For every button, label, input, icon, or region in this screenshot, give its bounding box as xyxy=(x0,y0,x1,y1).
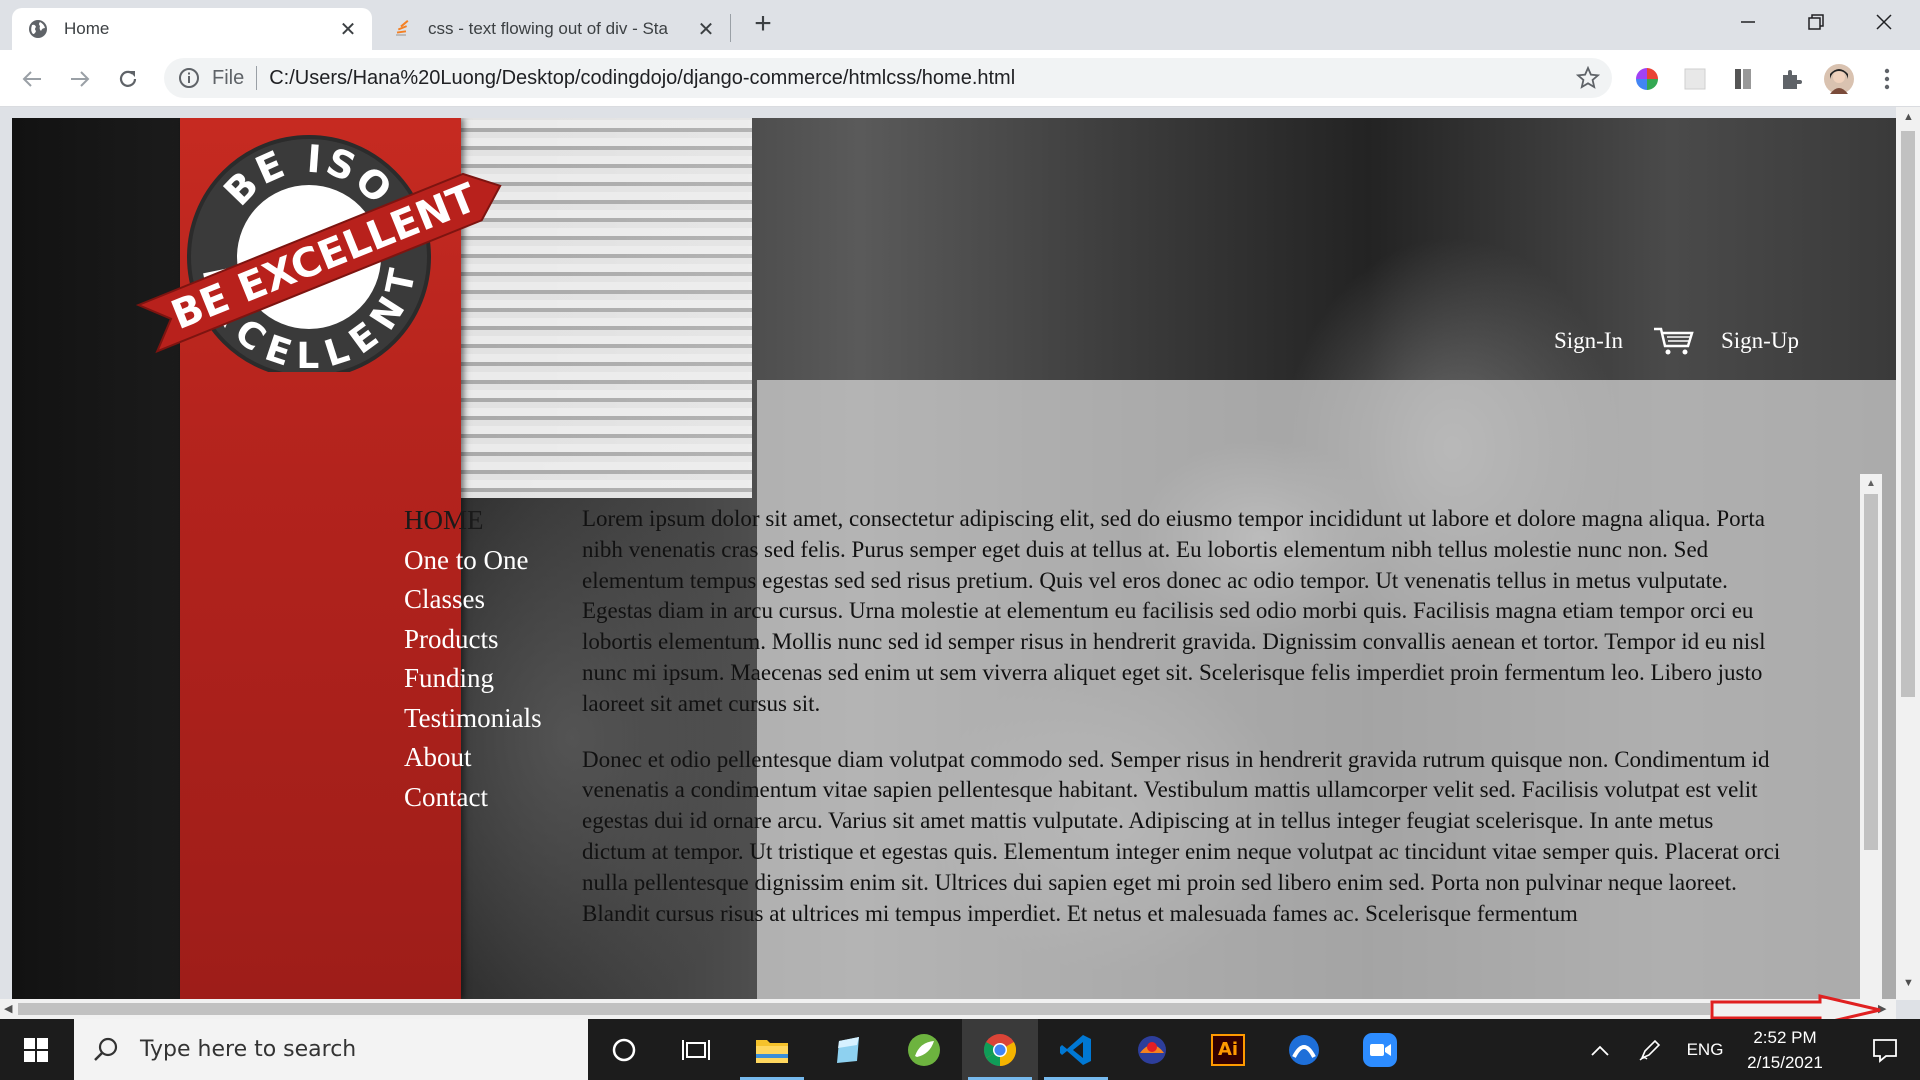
url-text[interactable]: C:/Users/Hana%20Luong/Desktop/codingdojo… xyxy=(269,67,1015,90)
nav-item-testimonials[interactable]: Testimonials xyxy=(404,699,542,739)
clock-date: 2/15/2021 xyxy=(1747,1053,1823,1072)
paragraph: Donec et odio pellentesque diam volutpat… xyxy=(582,746,1781,926)
menu-button[interactable] xyxy=(1872,64,1902,94)
page-horizontal-scrollbar[interactable]: ◀ ▶ xyxy=(0,999,1896,1019)
vscode-icon[interactable] xyxy=(1038,1019,1114,1080)
file-explorer-icon[interactable] xyxy=(734,1019,810,1080)
bookmark-extension-icon[interactable] xyxy=(1728,64,1758,94)
chrome-icon[interactable] xyxy=(962,1019,1038,1080)
kebab-menu-icon xyxy=(1884,68,1890,90)
cortana-icon[interactable] xyxy=(586,1019,662,1080)
shopping-cart-icon[interactable] xyxy=(1652,326,1696,356)
scrollbar-thumb[interactable] xyxy=(1864,494,1878,850)
illustrator-icon[interactable]: Ai xyxy=(1190,1019,1266,1080)
minimize-button[interactable] xyxy=(1716,0,1780,44)
address-bar[interactable]: File C:/Users/Hana%20Luong/Desktop/codin… xyxy=(164,58,1612,98)
scheme-label: File xyxy=(212,66,245,89)
nav-item-home[interactable]: HOME xyxy=(404,501,542,541)
reload-icon xyxy=(119,70,137,87)
tab-home[interactable]: Home ✕ xyxy=(12,8,372,50)
globe-icon xyxy=(29,20,47,38)
paragraph: Lorem ipsum dolor sit amet, consectetur … xyxy=(582,506,1766,716)
pen-icon[interactable] xyxy=(1630,1019,1670,1080)
sign-up-link[interactable]: Sign-Up xyxy=(1721,328,1799,354)
scrollbar-thumb[interactable] xyxy=(18,1003,1710,1015)
back-button[interactable] xyxy=(16,63,48,95)
book-icon xyxy=(1735,69,1751,89)
restore-icon xyxy=(1808,14,1824,30)
stackoverflow-icon xyxy=(396,20,409,36)
nav-item-one-to-one[interactable]: One to One xyxy=(404,541,542,581)
close-icon[interactable]: ✕ xyxy=(338,19,358,41)
chevron-up-icon xyxy=(1591,1045,1609,1056)
windows-icon xyxy=(24,1037,48,1062)
browser-toolbar: File C:/Users/Hana%20Luong/Desktop/codin… xyxy=(0,50,1920,107)
new-tab-button[interactable]: + xyxy=(748,9,778,40)
tab-title: css - text flowing out of div - Sta xyxy=(428,19,668,38)
start-button[interactable] xyxy=(0,1019,72,1080)
scroll-up-arrow-icon[interactable]: ▲ xyxy=(1865,478,1877,490)
close-window-button[interactable] xyxy=(1852,0,1916,44)
forward-button[interactable] xyxy=(64,63,96,95)
color-wheel-icon xyxy=(1636,68,1658,90)
puzzle-icon xyxy=(1783,70,1802,89)
scroll-down-arrow-icon[interactable]: ▼ xyxy=(1903,977,1914,989)
scrollbar-thumb[interactable] xyxy=(1901,131,1915,697)
nav-item-classes[interactable]: Classes xyxy=(404,580,542,620)
page-vertical-scrollbar[interactable]: ▲ ▼ xyxy=(1896,107,1920,1000)
info-icon[interactable] xyxy=(178,67,200,89)
profile-avatar[interactable] xyxy=(1824,64,1854,94)
tab-stackoverflow[interactable]: css - text flowing out of div - Sta ✕ xyxy=(378,8,730,50)
notification-icon xyxy=(1873,1038,1897,1063)
restore-button[interactable] xyxy=(1784,0,1848,44)
nav-item-products[interactable]: Products xyxy=(404,620,542,660)
clock[interactable]: 2:52 PM 2/15/2021 xyxy=(1730,1025,1840,1075)
language-indicator[interactable]: ENG xyxy=(1680,1019,1730,1080)
grid-icon xyxy=(1684,68,1706,90)
zoom-icon[interactable] xyxy=(1342,1019,1418,1080)
nav-item-about[interactable]: About xyxy=(404,738,542,778)
content-scrollbar[interactable]: ▲ xyxy=(1860,474,1882,999)
grid-extension-icon[interactable] xyxy=(1680,64,1710,94)
illustrator-label: Ai xyxy=(1211,1033,1245,1066)
nav-item-contact[interactable]: Contact xyxy=(404,778,542,818)
forward-icon xyxy=(71,71,90,87)
avatar-icon xyxy=(1824,64,1854,94)
back-icon xyxy=(22,71,41,87)
notepad-icon[interactable] xyxy=(810,1019,886,1080)
scroll-left-arrow-icon[interactable]: ◀ xyxy=(4,1002,12,1015)
star-icon[interactable] xyxy=(1576,66,1600,90)
notifications-button[interactable] xyxy=(1850,1019,1920,1080)
puzzle-extension-icon[interactable] xyxy=(1776,64,1806,94)
clock-time: 2:52 PM xyxy=(1753,1028,1817,1047)
show-hidden-icons-button[interactable] xyxy=(1580,1019,1620,1080)
close-icon xyxy=(1876,14,1892,30)
spring-tool-icon[interactable] xyxy=(886,1019,962,1080)
tab-separator xyxy=(730,14,731,42)
color-extension-icon[interactable] xyxy=(1632,64,1662,94)
scroll-up-arrow-icon[interactable]: ▲ xyxy=(1903,111,1914,123)
taskbar-search[interactable]: Type here to search xyxy=(74,1019,588,1080)
article: Lorem ipsum dolor sit amet, consectetur … xyxy=(582,504,1782,954)
page-viewport: HOME One to One Classes Products Funding… xyxy=(12,118,1896,999)
nav-item-funding[interactable]: Funding xyxy=(404,659,542,699)
close-icon[interactable]: ✕ xyxy=(696,19,716,41)
main-nav: HOME One to One Classes Products Funding… xyxy=(404,501,542,817)
logo[interactable]: BE ISO EXCELLENT BE EXCELLENT xyxy=(134,132,514,372)
search-placeholder: Type here to search xyxy=(140,1037,357,1062)
task-view-icon[interactable] xyxy=(658,1019,734,1080)
app-icon[interactable] xyxy=(1114,1019,1190,1080)
reload-button[interactable] xyxy=(112,63,144,95)
divider xyxy=(256,66,258,90)
sign-in-link[interactable]: Sign-In xyxy=(1554,328,1623,354)
search-icon xyxy=(94,1037,118,1061)
taskbar: Type here to search Ai ENG 2:52 PM 2/15/… xyxy=(0,1019,1920,1080)
minimize-icon xyxy=(1741,21,1755,23)
arc-icon[interactable] xyxy=(1266,1019,1342,1080)
tab-strip: Home ✕ css - text flowing out of div - S… xyxy=(0,0,1920,50)
tab-title: Home xyxy=(64,19,110,38)
